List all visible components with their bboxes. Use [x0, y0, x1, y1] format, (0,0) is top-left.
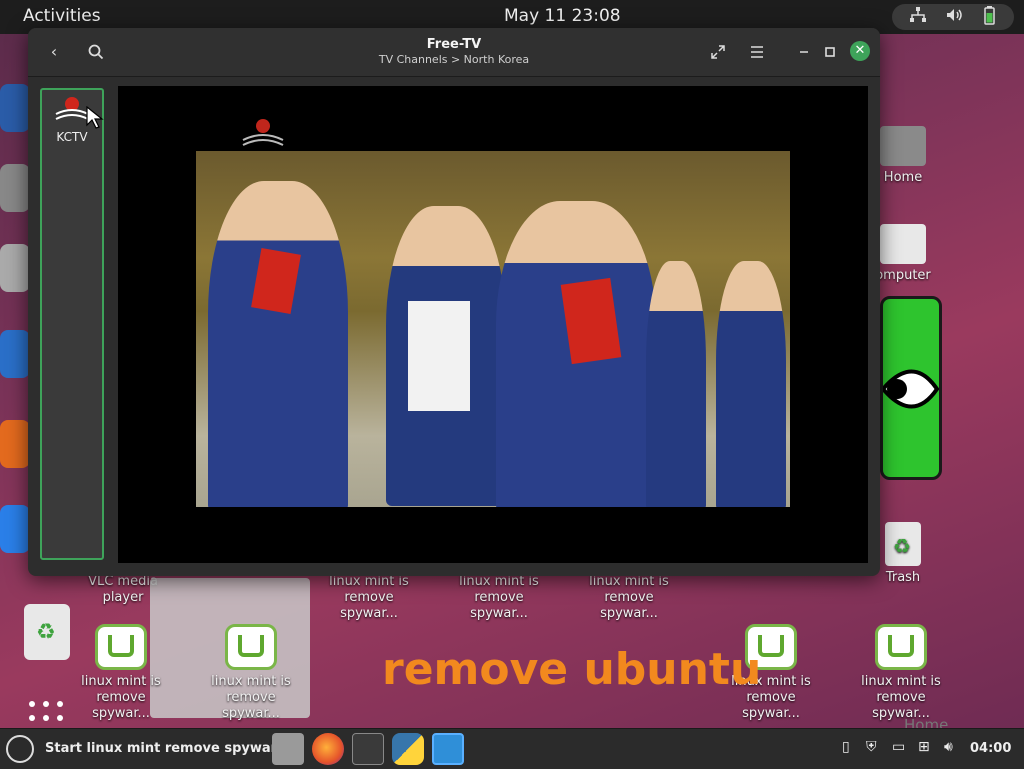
window-header[interactable]: ‹ Free-TV TV Channels > North Korea ✕ [28, 28, 880, 77]
minimize-button[interactable] [792, 40, 816, 64]
maximize-icon [825, 47, 835, 57]
expand-icon [711, 45, 725, 59]
system-menu[interactable] [892, 4, 1014, 30]
activities-button[interactable]: Activities [23, 6, 101, 26]
desktop-icon-label: linux mint is [459, 574, 539, 589]
desktop-icon-label: remove spywar... [470, 590, 528, 621]
linux-mint-icon [95, 624, 147, 670]
linux-mint-start-icon[interactable] [6, 735, 34, 763]
start-menu-label[interactable]: Start linux mint remove spyware [45, 741, 286, 756]
desktop-icon-label: remove spywar... [340, 590, 398, 621]
desktop-icon-label: linux mint is [861, 674, 941, 689]
network-icon [909, 6, 927, 28]
desktop-icon-label: remove spywar... [600, 590, 658, 621]
menu-button[interactable] [745, 40, 769, 64]
desktop-icon-mint[interactable]: linux mint is remove spywar... [314, 574, 424, 622]
channel-name: KCTV [56, 130, 88, 144]
video-player[interactable] [118, 86, 868, 563]
taskbar: Start linux mint remove spyware ▯ ⛨ ▭ ⊞ … [0, 728, 1024, 769]
kctv-watermark-icon [242, 119, 284, 146]
notification-icon[interactable]: ▯ [842, 739, 850, 755]
desktop-icon-label: linux mint is [211, 674, 291, 689]
video-figure [716, 261, 786, 507]
volume-icon[interactable]: 🔊︎ [944, 739, 953, 755]
network-icon[interactable]: ⊞ [918, 739, 930, 755]
app-grid-icon[interactable] [28, 700, 68, 724]
dock-app-icon[interactable] [0, 420, 30, 468]
dock-app-icon[interactable] [0, 244, 30, 292]
python-icon[interactable] [392, 733, 424, 765]
video-paper [408, 301, 470, 411]
close-icon: ✕ [854, 43, 866, 58]
desktop-icon-label: remove spywar... [92, 690, 150, 721]
dock-app-icon[interactable] [0, 330, 30, 378]
trash-icon[interactable]: ♻ [24, 604, 70, 660]
desktop-icon-label: remove spywar... [222, 690, 280, 721]
free-tv-window[interactable]: ‹ Free-TV TV Channels > North Korea ✕ KC… [28, 28, 880, 576]
desktop-icon-label: linux mint is [589, 574, 669, 589]
free-tv-icon[interactable] [432, 733, 464, 765]
dock-app-icon[interactable] [0, 505, 30, 553]
volume-icon [945, 6, 963, 28]
dock-app-icon[interactable] [0, 164, 30, 212]
desktop-icon-mint[interactable]: linux mint is remove spywar... [574, 574, 684, 622]
linux-mint-icon [225, 624, 277, 670]
maximize-button[interactable] [818, 40, 842, 64]
display-icon[interactable]: ▭ [892, 739, 905, 755]
video-figure [646, 261, 706, 507]
battery-icon [981, 5, 997, 29]
desktop-icon-label: linux mint is [81, 674, 161, 689]
top-clock[interactable]: May 11 23:08 [504, 6, 621, 26]
desktop-icon-mint[interactable]: linux mint is remove spywar... [196, 624, 306, 722]
folder-icon [880, 126, 926, 166]
desktop-icon-mint[interactable]: linux mint is remove spywar... [66, 624, 176, 722]
desktop-icon-label: linux mint is [329, 574, 409, 589]
terminal-icon[interactable] [352, 733, 384, 765]
shield-icon[interactable]: ⛨ [866, 739, 877, 755]
hamburger-icon [751, 46, 763, 58]
close-button[interactable]: ✕ [850, 41, 870, 61]
minimize-icon [800, 51, 808, 53]
file-manager-icon[interactable] [272, 733, 304, 765]
channel-sidebar[interactable]: KCTV [40, 88, 104, 560]
desktop-icon-mint[interactable]: linux mint is remove spywar... [444, 574, 554, 622]
video-frame [196, 151, 790, 507]
computer-icon [880, 224, 926, 264]
video-figure [208, 181, 348, 507]
trash-icon [885, 522, 921, 566]
desktop-icon-mint[interactable]: linux mint is remove spywar... [846, 624, 956, 722]
linux-mint-icon [875, 624, 927, 670]
taskbar-clock[interactable]: 04:00 [970, 741, 1011, 756]
firefox-icon[interactable] [312, 733, 344, 765]
mouse-cursor-icon [86, 106, 104, 129]
dock-app-icon[interactable] [0, 84, 30, 132]
fullscreen-button[interactable] [706, 40, 730, 64]
remove-ubuntu-banner: remove ubuntu [382, 644, 762, 695]
eye-app-icon[interactable] [880, 296, 942, 480]
